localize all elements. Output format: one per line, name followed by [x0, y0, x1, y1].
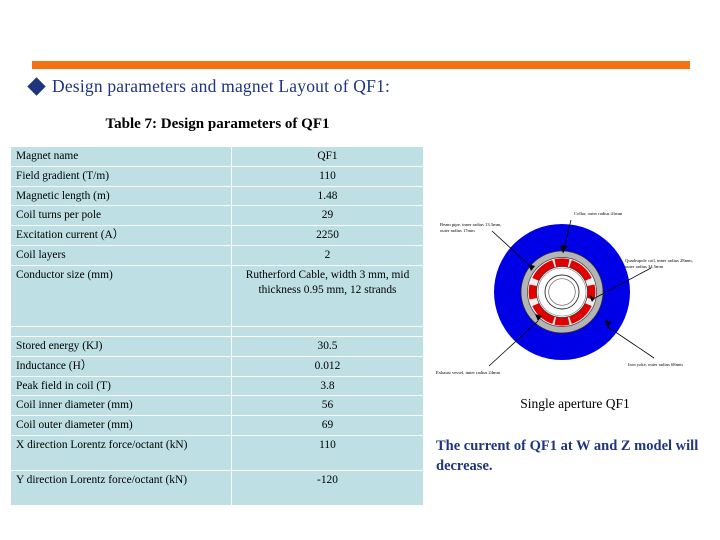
row-label: Coil outer diameter (mm): [11, 416, 231, 436]
magnet-cross-section-svg: Collar, outer radius 41mm Beam pipe, inn…: [436, 211, 694, 376]
row-label: Peak field in coil (T): [11, 376, 231, 396]
row-value: 2250: [232, 226, 423, 246]
callout-iron-yoke: Iron yoke, outer radius 68mm: [628, 362, 683, 368]
summary-note: The current of QF1 at W and Z model will…: [436, 438, 699, 474]
callout-collar: Collar, outer radius 41mm: [574, 211, 623, 217]
row-label: Coil layers: [11, 246, 231, 265]
row-value: 29: [232, 206, 423, 226]
row-label: Conductor size (mm): [11, 265, 231, 326]
spacer-cell: [11, 326, 231, 336]
slide-heading: Design parameters and magnet Layout of Q…: [27, 76, 391, 97]
table-caption: Table 7: Design parameters of QF1: [105, 116, 330, 132]
table-row: Coil layers 2: [11, 246, 423, 265]
row-value: 56: [232, 396, 423, 416]
spacer-cell: [232, 326, 423, 336]
row-value: 3.8: [232, 376, 423, 396]
table-body: Magnet name QF1 Field gradient (T/m) 110…: [11, 147, 423, 506]
slide-heading-text: Design parameters and magnet Layout of Q…: [52, 76, 391, 96]
table-row: Excitation current (A） 2250: [11, 226, 423, 246]
row-value: 1.48: [232, 186, 423, 206]
table-row: X direction Lorentz force/octant (kN) 11…: [11, 436, 423, 471]
row-value: QF1: [232, 147, 423, 166]
table-row: Magnetic length (m) 1.48: [11, 186, 423, 206]
diamond-bullet-icon: [27, 77, 46, 96]
row-value: Rutherford Cable, width 3 mm, mid thickn…: [232, 265, 423, 326]
table-spacer-row: [11, 326, 423, 336]
row-value: 110: [232, 436, 423, 471]
row-label: Field gradient (T/m): [11, 166, 231, 186]
table-row: Coil outer diameter (mm) 69: [11, 416, 423, 436]
row-label: Inductance (H）: [11, 356, 231, 376]
callout-quadrupole-coil: Quadrupole coil, inner radius 28mm, oute…: [625, 258, 694, 269]
table-row: Stored energy (KJ) 30.5: [11, 336, 423, 356]
table-row: Conductor size (mm) Rutherford Cable, wi…: [11, 265, 423, 326]
row-value: -120: [232, 471, 423, 506]
row-label: Magnet name: [11, 147, 231, 166]
row-value: 2: [232, 246, 423, 265]
figure-caption: Single aperture QF1: [520, 396, 630, 411]
row-label: Coil turns per pole: [11, 206, 231, 226]
row-label: X direction Lorentz force/octant (kN): [11, 436, 231, 471]
row-value: 30.5: [232, 336, 423, 356]
row-value: 110: [232, 166, 423, 186]
row-label: Stored energy (KJ): [11, 336, 231, 356]
table-row: Coil turns per pole 29: [11, 206, 423, 226]
row-label: Coil inner diameter (mm): [11, 396, 231, 416]
callout-beam-pipe: Beam pipe, inner radius 13.3mm, outer ra…: [440, 222, 503, 233]
callout-exhaust-vessel: Exhaust vessel, inner radius 24mm: [436, 370, 501, 376]
table-row: Inductance (H） 0.012: [11, 356, 423, 376]
row-value: 69: [232, 416, 423, 436]
table-row: Field gradient (T/m) 110: [11, 166, 423, 186]
design-parameters-table: Magnet name QF1 Field gradient (T/m) 110…: [10, 146, 424, 507]
row-label: Excitation current (A）: [11, 226, 231, 246]
beam-pipe-inner: [548, 278, 576, 306]
row-value: 0.012: [232, 356, 423, 376]
magnet-cross-section-figure: Collar, outer radius 41mm Beam pipe, inn…: [432, 206, 718, 392]
table-row: Magnet name QF1: [11, 147, 423, 166]
row-label: Y direction Lorentz force/octant (kN): [11, 471, 231, 506]
row-label: Magnetic length (m): [11, 186, 231, 206]
slide-canvas: Design parameters and magnet Layout of Q…: [0, 0, 720, 540]
table-row: Y direction Lorentz force/octant (kN) -1…: [11, 471, 423, 506]
table-row: Coil inner diameter (mm) 56: [11, 396, 423, 416]
table-row: Peak field in coil (T) 3.8: [11, 376, 423, 396]
accent-bar: [32, 61, 690, 69]
